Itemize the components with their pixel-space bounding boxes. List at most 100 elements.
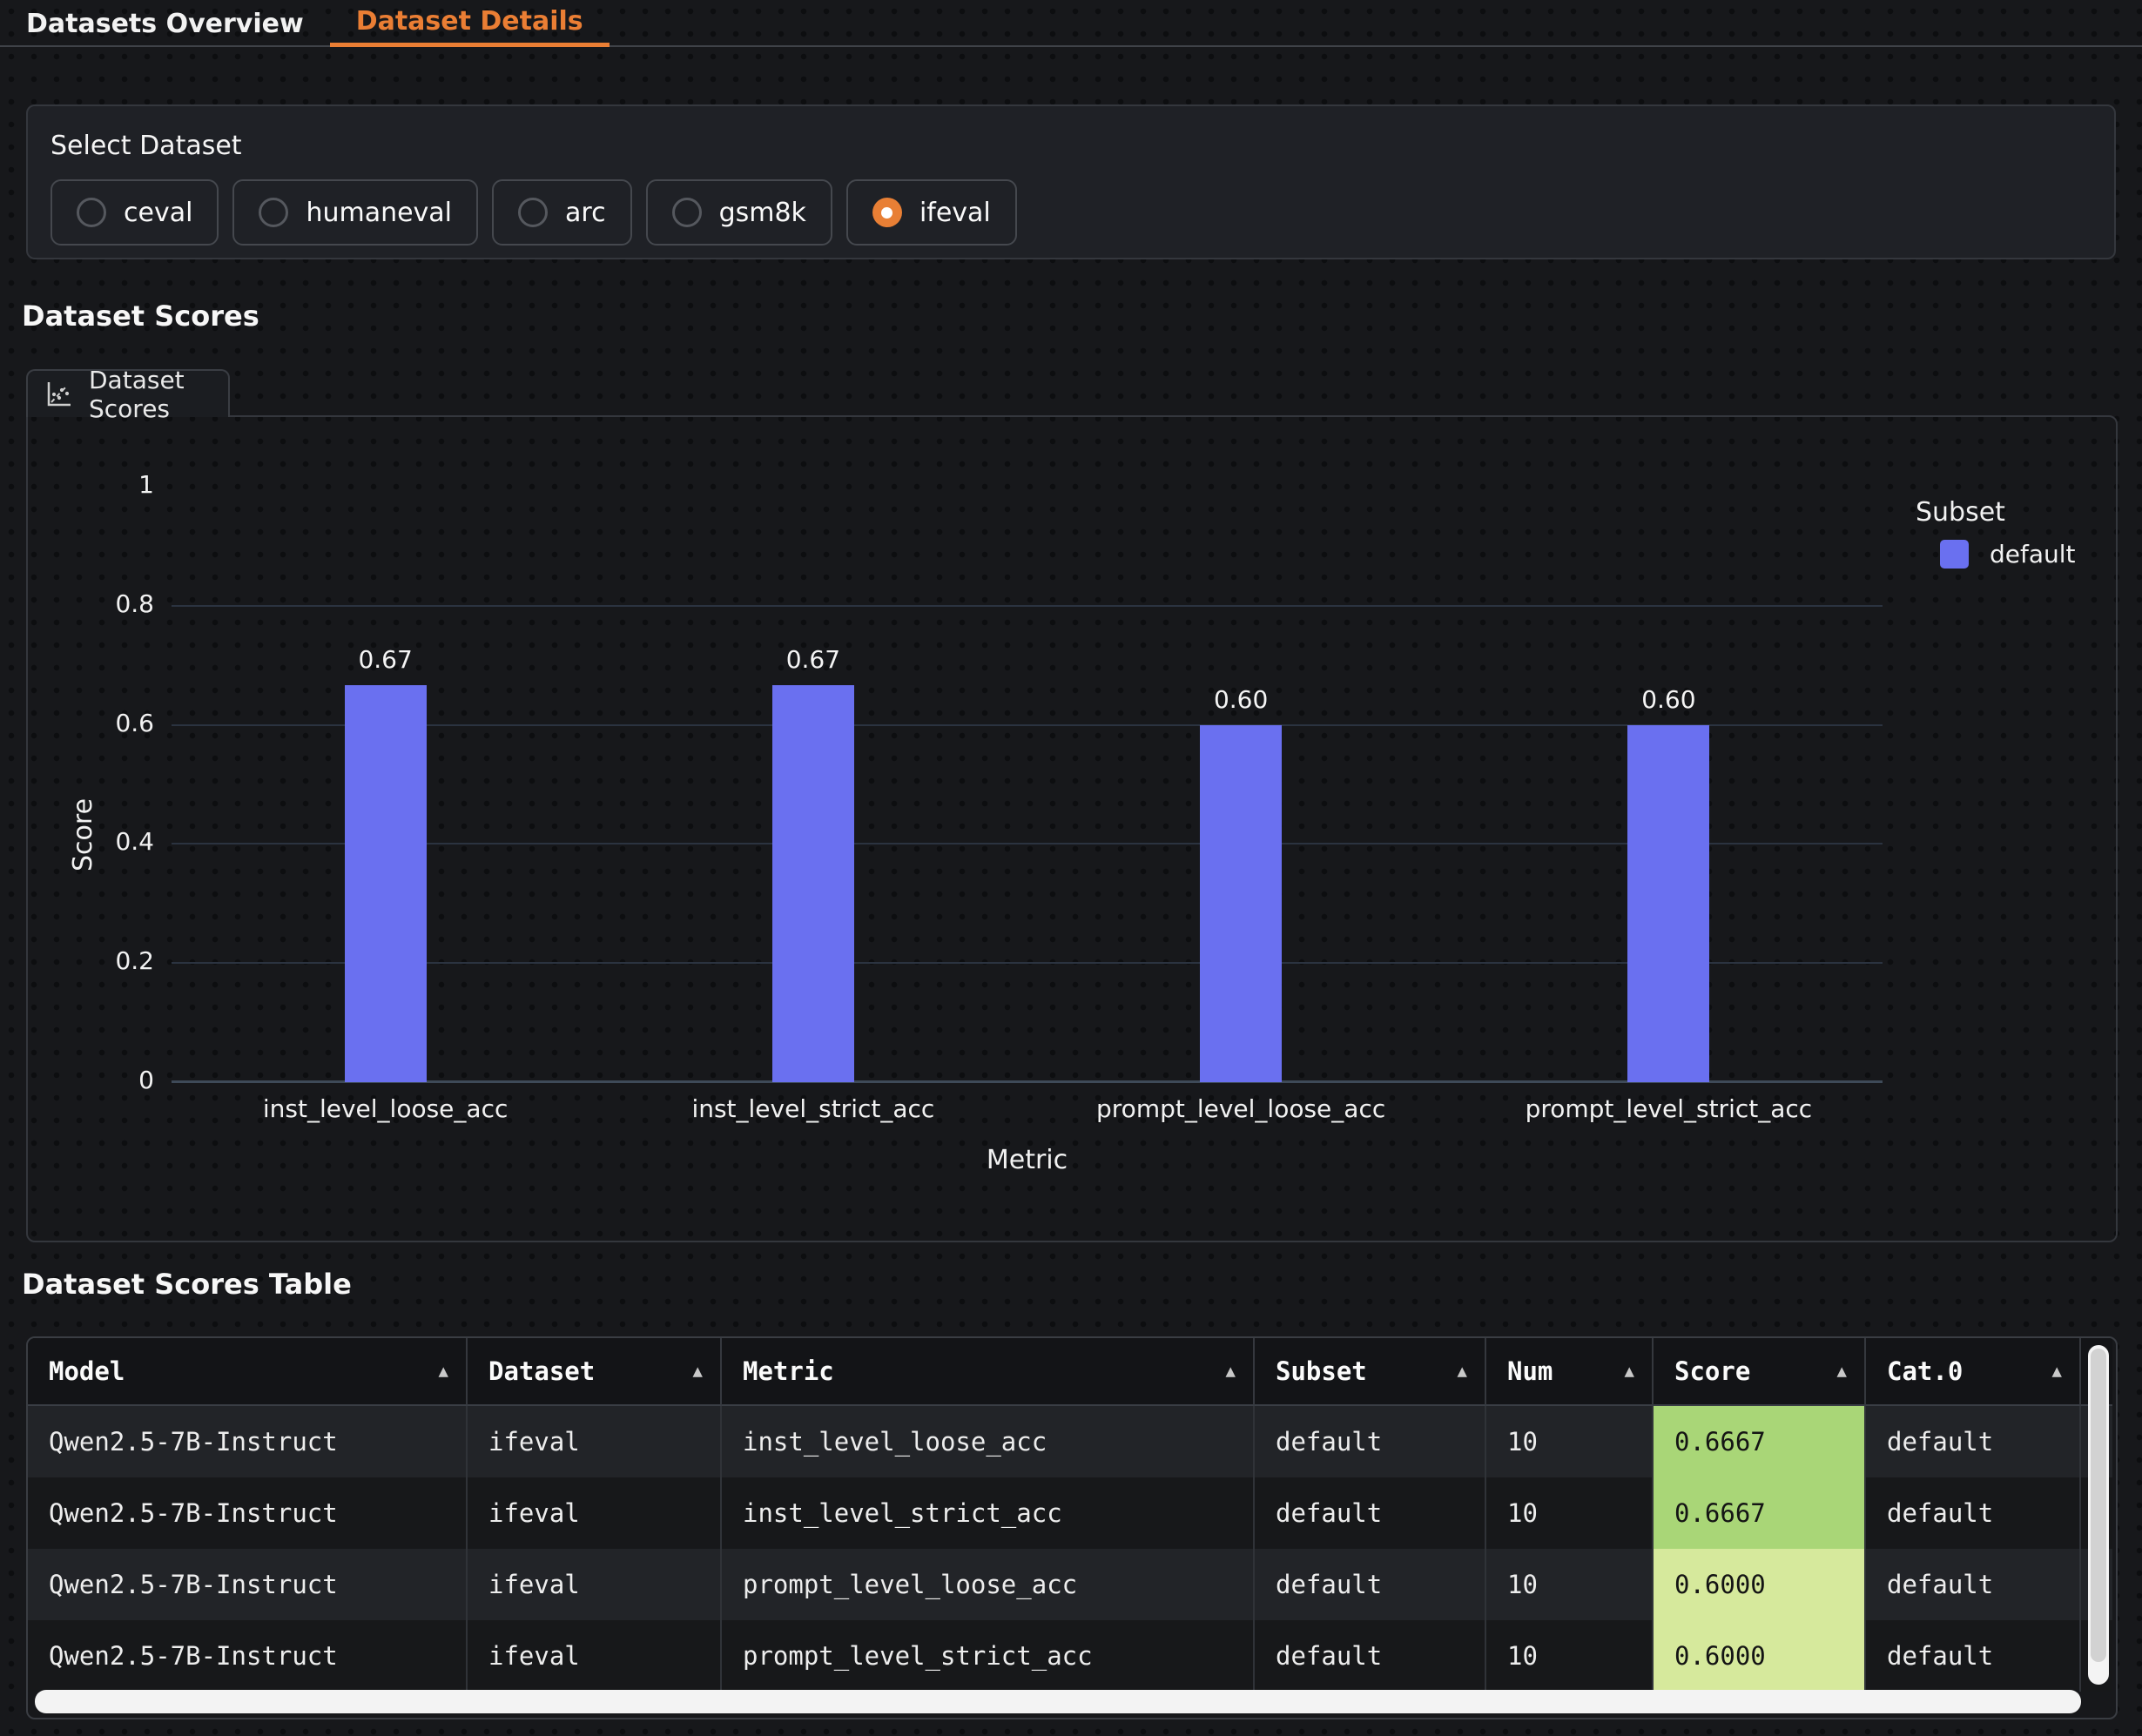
cell-metric: inst_level_loose_acc [722, 1406, 1255, 1477]
sort-asc-icon: ▲ [1458, 1362, 1467, 1381]
cell-cat0: default [1866, 1477, 2081, 1549]
legend-title: Subset [1916, 497, 2076, 528]
radio-option-arc[interactable]: arc [492, 179, 632, 246]
chart-tab-dataset-scores[interactable]: Dataset Scores [26, 369, 230, 417]
cell-cat0: default [1866, 1620, 2081, 1692]
tab-datasets-overview[interactable]: Datasets Overview [0, 0, 330, 47]
radio-icon [672, 198, 702, 227]
dataset-scores-heading: Dataset Scores [22, 299, 259, 333]
bar-value-label: 0.60 [1607, 685, 1729, 714]
select-dataset-title: Select Dataset [51, 131, 242, 161]
cell-metric: prompt_level_loose_acc [722, 1549, 1255, 1620]
cell-cat0: default [1866, 1549, 2081, 1620]
cell-dataset: ifeval [468, 1406, 722, 1477]
sort-asc-icon: ▲ [1625, 1362, 1634, 1381]
x-tick-label: inst_level_loose_acc [159, 1094, 612, 1123]
legend-swatch [1940, 540, 1969, 569]
cell-model: Qwen2.5-7B-Instruct [28, 1549, 468, 1620]
cell-subset: default [1255, 1620, 1486, 1692]
column-header-metric[interactable]: Metric ▲ [722, 1338, 1255, 1406]
cell-score: 0.6000 [1654, 1620, 1866, 1692]
column-header-label: Num [1507, 1356, 1553, 1386]
column-header-dataset[interactable]: Dataset ▲ [468, 1338, 722, 1406]
vertical-scrollbar-thumb[interactable] [2091, 1349, 2106, 1662]
x-tick-label: prompt_level_strict_acc [1442, 1094, 1895, 1123]
dataset-radio-group: ceval humaneval arc gsm8k ifeval [51, 179, 1017, 246]
scatter-chart-icon [44, 380, 73, 409]
radio-option-label: ifeval [919, 198, 991, 228]
cell-score: 0.6667 [1654, 1477, 1866, 1549]
column-header-score[interactable]: Score ▲ [1654, 1338, 1866, 1406]
cell-dataset: ifeval [468, 1620, 722, 1692]
legend-entry-default[interactable]: default [1940, 540, 2076, 569]
dataset-scores-table-heading: Dataset Scores Table [22, 1268, 352, 1301]
cell-score: 0.6000 [1654, 1549, 1866, 1620]
y-tick-label: 0 [32, 1066, 154, 1094]
gridline [172, 843, 1883, 844]
column-header-label: Model [49, 1356, 125, 1386]
sort-asc-icon: ▲ [2052, 1362, 2062, 1381]
cell-score: 0.6667 [1654, 1406, 1866, 1477]
cell-num: 10 [1486, 1477, 1654, 1549]
x-tick-label: prompt_level_loose_acc [1014, 1094, 1467, 1123]
radio-option-label: gsm8k [719, 198, 806, 228]
cell-num: 10 [1486, 1549, 1654, 1620]
gridline [172, 605, 1883, 607]
column-header-cat0[interactable]: Cat.0 ▲ [1866, 1338, 2081, 1406]
radio-option-label: humaneval [306, 198, 452, 228]
dataset-scores-chart-panel: 00.20.40.60.810.67inst_level_loose_acc0.… [26, 415, 2118, 1242]
cell-subset: default [1255, 1549, 1486, 1620]
bar-value-label: 0.67 [752, 645, 874, 674]
horizontal-scrollbar[interactable] [35, 1690, 2081, 1713]
radio-option-gsm8k[interactable]: gsm8k [646, 179, 832, 246]
bar-inst_level_strict_acc[interactable] [772, 685, 854, 1082]
radio-option-label: arc [565, 198, 606, 228]
radio-option-humaneval[interactable]: humaneval [232, 179, 478, 246]
radio-selected-icon [872, 198, 902, 227]
dataset-details-page: Datasets Overview Dataset Details Select… [0, 0, 2142, 1736]
column-header-label: Score [1674, 1356, 1750, 1386]
bar-prompt_level_strict_acc[interactable] [1627, 725, 1709, 1082]
x-axis-title: Metric [172, 1145, 1883, 1175]
column-header-label: Subset [1276, 1356, 1367, 1386]
dataset-scores-table: Model ▲ Dataset ▲ Metric ▲ Subset ▲ Num … [26, 1336, 2118, 1719]
cell-subset: default [1255, 1406, 1486, 1477]
column-header-model[interactable]: Model ▲ [28, 1338, 468, 1406]
cell-metric: prompt_level_strict_acc [722, 1620, 1255, 1692]
radio-icon [518, 198, 548, 227]
y-tick-label: 0.2 [32, 946, 154, 975]
bar-value-label: 0.67 [325, 645, 447, 674]
legend-entry-label: default [1990, 540, 2076, 569]
select-dataset-card: Select Dataset ceval humaneval arc gsm8k… [26, 104, 2116, 259]
radio-option-ifeval[interactable]: ifeval [846, 179, 1017, 246]
column-header-label: Dataset [488, 1356, 595, 1386]
bar-prompt_level_loose_acc[interactable] [1200, 725, 1282, 1082]
bar-value-label: 0.60 [1180, 685, 1302, 714]
y-tick-label: 0.8 [32, 589, 154, 618]
tab-dataset-details[interactable]: Dataset Details [330, 0, 610, 47]
radio-icon [77, 198, 106, 227]
cell-metric: inst_level_strict_acc [722, 1477, 1255, 1549]
column-header-num[interactable]: Num ▲ [1486, 1338, 1654, 1406]
cell-model: Qwen2.5-7B-Instruct [28, 1477, 468, 1549]
column-header-label: Metric [743, 1356, 834, 1386]
sort-asc-icon: ▲ [1226, 1362, 1236, 1381]
radio-option-label: ceval [124, 198, 192, 228]
sort-asc-icon: ▲ [439, 1362, 448, 1381]
column-header-label: Cat.0 [1887, 1356, 1963, 1386]
sort-asc-icon: ▲ [1837, 1362, 1847, 1381]
column-header-subset[interactable]: Subset ▲ [1255, 1338, 1486, 1406]
sort-asc-icon: ▲ [693, 1362, 703, 1381]
vertical-scrollbar[interactable] [2088, 1345, 2109, 1685]
bar-inst_level_loose_acc[interactable] [345, 685, 427, 1082]
cell-num: 10 [1486, 1406, 1654, 1477]
cell-dataset: ifeval [468, 1549, 722, 1620]
x-tick-label: inst_level_strict_acc [587, 1094, 1040, 1123]
x-axis-line [172, 1080, 1883, 1083]
table-grid: Model ▲ Dataset ▲ Metric ▲ Subset ▲ Num … [28, 1338, 2116, 1692]
gridline [172, 724, 1883, 726]
cell-subset: default [1255, 1477, 1486, 1549]
cell-dataset: ifeval [468, 1477, 722, 1549]
plot-area: 00.20.40.60.810.67inst_level_loose_acc0.… [172, 487, 1883, 1082]
radio-option-ceval[interactable]: ceval [51, 179, 219, 246]
